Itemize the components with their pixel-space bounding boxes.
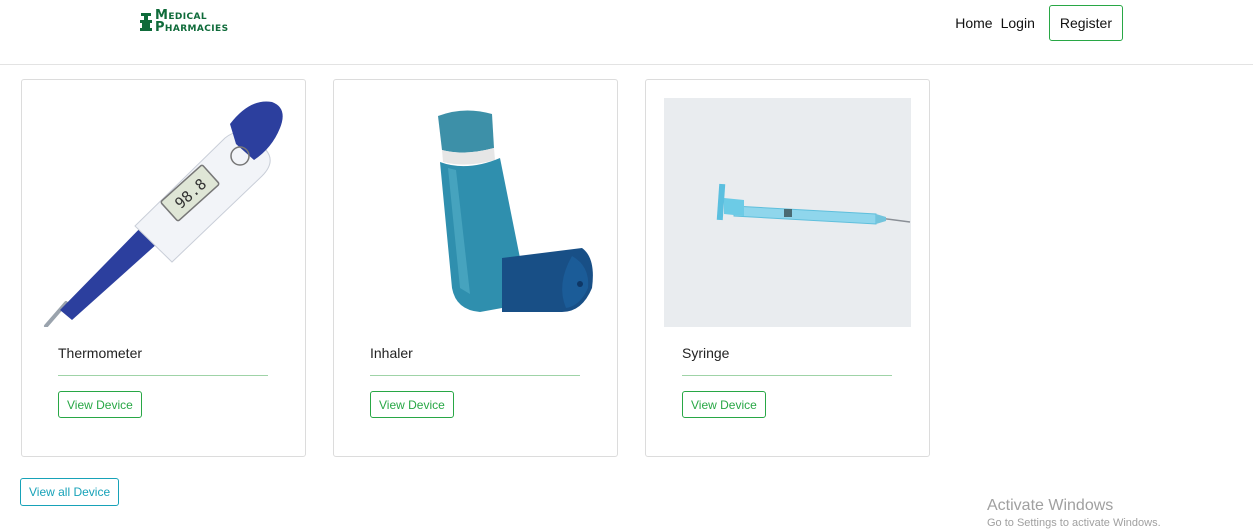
register-button[interactable]: Register — [1048, 5, 1123, 41]
device-card: Syringe View Device — [645, 79, 930, 457]
divider — [682, 375, 892, 376]
logo[interactable]: Medical Pharmacies — [140, 9, 229, 35]
syringe-image — [664, 98, 911, 327]
navbar: Medical Pharmacies Home Login Register — [0, 0, 1253, 65]
device-card: 98.8 Thermometer View Device — [21, 79, 306, 457]
inhaler-image — [352, 98, 599, 327]
divider — [58, 375, 268, 376]
nav-login-link[interactable]: Login — [1001, 15, 1035, 31]
nav-links: Home Login Register — [955, 5, 1123, 41]
mortar-logo-icon — [140, 13, 152, 31]
nav-home-link[interactable]: Home — [955, 15, 992, 31]
device-name: Thermometer — [58, 345, 143, 361]
watermark-subtitle: Go to Settings to activate Windows. — [987, 517, 1161, 529]
view-device-button[interactable]: View Device — [370, 391, 454, 418]
thermometer-image: 98.8 — [40, 98, 287, 327]
logo-text-line2: Pharmacies — [155, 20, 229, 35]
view-all-devices-button[interactable]: View all Device — [20, 478, 120, 506]
divider — [370, 375, 580, 376]
view-device-button[interactable]: View Device — [58, 391, 142, 418]
watermark-title: Activate Windows — [987, 497, 1114, 514]
view-device-button[interactable]: View Device — [682, 391, 766, 418]
activate-windows-watermark: Activate Windows Go to Settings to activ… — [987, 497, 1161, 529]
device-card: Inhaler View Device — [333, 79, 618, 457]
device-name: Syringe — [682, 345, 730, 361]
device-name: Inhaler — [370, 345, 413, 361]
